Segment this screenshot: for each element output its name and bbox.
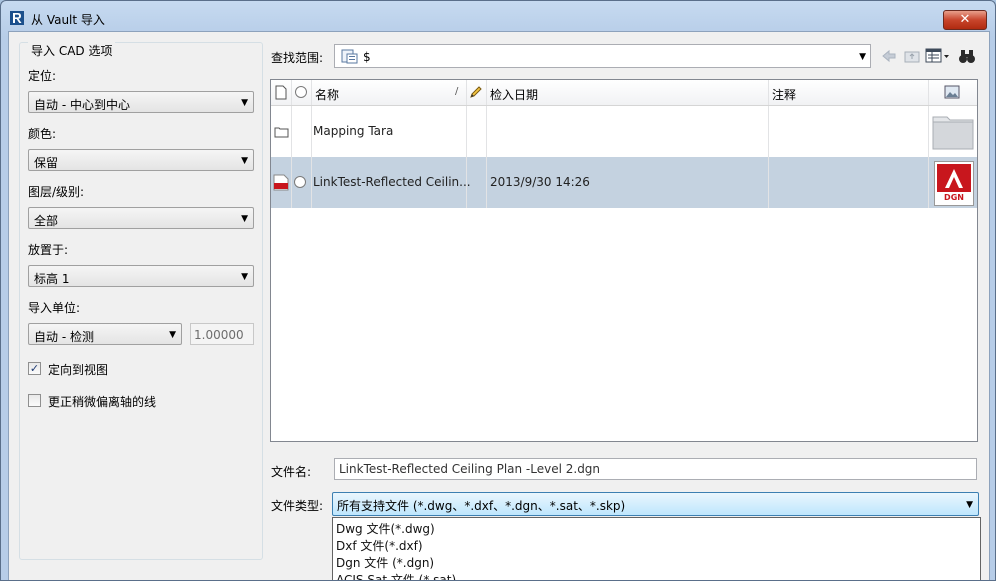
status-cell (291, 106, 312, 157)
pencil-column-header[interactable] (466, 80, 487, 105)
file-name-label: 文件名: (271, 465, 312, 479)
positioning-label: 定位: (28, 69, 57, 83)
place-at-select[interactable]: 标高 1 ▼ (28, 265, 254, 287)
place-at-label: 放置于: (28, 243, 69, 257)
pencil-cell (466, 106, 487, 157)
status-column-header[interactable] (291, 80, 312, 105)
import-units-value: 自动 - 检测 (34, 330, 94, 344)
dgn-file-icon (273, 174, 289, 191)
file-type-value: 所有支持文件 (*.dwg、*.dxf、*.dgn、*.sat、*.skp) (337, 499, 626, 513)
revit-app-icon (10, 11, 24, 25)
status-cell (291, 157, 312, 208)
sort-indicator-icon: / (455, 86, 459, 97)
file-list-header: 名称 / 检入日期 注释 (271, 80, 977, 106)
file-list[interactable]: 名称 / 检入日期 注释 Mapping Tara LinkTest-Refle… (270, 79, 978, 442)
file-name-value: LinkTest-Reflected Ceiling Plan -Level 2… (339, 462, 601, 476)
orient-to-view-checkbox[interactable]: ✓ (28, 362, 41, 375)
document-icon (275, 85, 287, 100)
checkin-date-column-label: 检入日期 (490, 88, 539, 102)
file-name-text: Mapping Tara (313, 124, 394, 138)
colors-label: 颜色: (28, 127, 57, 141)
thumbnail-cell: DGN (928, 157, 977, 208)
file-name-text: LinkTest-Reflected Ceilin... (313, 175, 471, 189)
layers-value: 全部 (34, 214, 59, 228)
views-menu-icon[interactable] (925, 47, 951, 65)
chevron-down-icon: ▼ (241, 98, 248, 108)
group-title: 导入 CAD 选项 (28, 42, 116, 59)
look-in-value: $ (363, 50, 371, 64)
name-cell: LinkTest-Reflected Ceilin... (311, 157, 471, 208)
dgn-badge-text: DGN (944, 193, 964, 202)
check-icon: ✓ (29, 362, 40, 375)
file-type-dropdown-list: Dwg 文件(*.dwg) Dxf 文件(*.dxf) Dgn 文件 (*.dg… (332, 517, 981, 580)
import-cad-options-group: 导入 CAD 选项 定位: 自动 - 中心到中心 ▼ 颜色: 保留 ▼ 图层/级… (19, 42, 263, 560)
type-cell (271, 157, 292, 208)
chevron-down-icon: ▼ (241, 156, 248, 166)
scale-factor-input[interactable]: 1.00000 (190, 323, 254, 345)
import-units-select[interactable]: 自动 - 检测 ▼ (28, 323, 182, 345)
correct-lines-checkbox[interactable] (28, 394, 41, 407)
close-icon: ✕ (959, 12, 971, 27)
chevron-down-icon: ▼ (241, 214, 248, 224)
close-button[interactable]: ✕ (943, 10, 987, 30)
file-name-input[interactable]: LinkTest-Reflected Ceiling Plan -Level 2… (334, 458, 977, 480)
checkin-date-cell (486, 106, 769, 157)
file-row-dgn[interactable]: LinkTest-Reflected Ceilin... 2013/9/30 1… (271, 157, 977, 208)
name-column-label: 名称 (315, 88, 340, 102)
layers-label: 图层/级别: (28, 185, 85, 199)
correct-lines-label: 更正稍微偏离轴的线 (48, 395, 157, 409)
autocad-logo (937, 164, 971, 192)
comment-cell (768, 157, 929, 208)
comment-cell (768, 106, 929, 157)
status-circle-icon (295, 86, 307, 98)
name-column-header[interactable]: 名称 / (311, 80, 467, 105)
type-cell (271, 106, 292, 157)
file-type-select[interactable]: 所有支持文件 (*.dwg、*.dxf、*.dgn、*.sat、*.skp) ▼ (332, 492, 979, 516)
window-title: 从 Vault 导入 (31, 13, 105, 27)
pencil-cell (466, 157, 487, 208)
file-type-label: 文件类型: (271, 499, 324, 513)
image-icon (944, 85, 960, 99)
chevron-down-icon: ▼ (966, 500, 973, 510)
look-in-label: 查找范围: (271, 51, 324, 65)
name-cell: Mapping Tara (311, 106, 467, 157)
file-type-option-dgn[interactable]: Dgn 文件 (*.dgn) (336, 554, 434, 571)
checkin-date-cell: 2013/9/30 14:26 (486, 157, 769, 208)
chevron-down-icon: ▼ (241, 272, 248, 282)
vault-folder-icon (341, 49, 358, 64)
thumbnail-column-header[interactable] (928, 80, 977, 105)
dgn-thumbnail-icon: DGN (934, 161, 974, 206)
place-at-value: 标高 1 (34, 272, 70, 286)
type-column-header[interactable] (271, 80, 292, 105)
orient-to-view-label: 定向到视图 (48, 363, 109, 377)
dialog-client-area: 导入 CAD 选项 定位: 自动 - 中心到中心 ▼ 颜色: 保留 ▼ 图层/级… (8, 31, 990, 580)
positioning-select[interactable]: 自动 - 中心到中心 ▼ (28, 91, 254, 113)
look-in-select[interactable]: $ ▼ (334, 44, 871, 68)
folder-icon (274, 127, 289, 138)
checkin-date-column-header[interactable]: 检入日期 (486, 80, 769, 105)
positioning-value: 自动 - 中心到中心 (34, 98, 130, 112)
pencil-icon (470, 86, 482, 98)
folder-thumbnail-icon (932, 116, 974, 150)
colors-value: 保留 (34, 156, 59, 170)
up-folder-icon[interactable] (903, 47, 921, 65)
checkin-date-text: 2013/9/30 14:26 (490, 175, 590, 189)
status-circle-icon (294, 176, 306, 188)
thumbnail-cell (928, 106, 977, 157)
find-binoculars-icon[interactable] (958, 47, 976, 65)
comment-column-label: 注释 (772, 88, 797, 102)
file-type-option-dwg[interactable]: Dwg 文件(*.dwg) (336, 520, 435, 537)
back-arrow-icon[interactable] (880, 47, 898, 65)
scale-factor-value: 1.00000 (194, 328, 244, 342)
file-row-folder[interactable]: Mapping Tara (271, 106, 977, 157)
chevron-down-icon: ▼ (859, 52, 866, 62)
chevron-down-icon: ▼ (169, 330, 176, 340)
import-units-label: 导入单位: (28, 301, 81, 315)
file-type-option-sat[interactable]: ACIS Sat 文件 (*.sat) (336, 571, 456, 580)
import-from-vault-window: 从 Vault 导入 ✕ 导入 CAD 选项 定位: 自动 - 中心到中心 ▼ … (0, 0, 996, 581)
file-type-option-dxf[interactable]: Dxf 文件(*.dxf) (336, 537, 423, 554)
layers-select[interactable]: 全部 ▼ (28, 207, 254, 229)
colors-select[interactable]: 保留 ▼ (28, 149, 254, 171)
comment-column-header[interactable]: 注释 (768, 80, 929, 105)
